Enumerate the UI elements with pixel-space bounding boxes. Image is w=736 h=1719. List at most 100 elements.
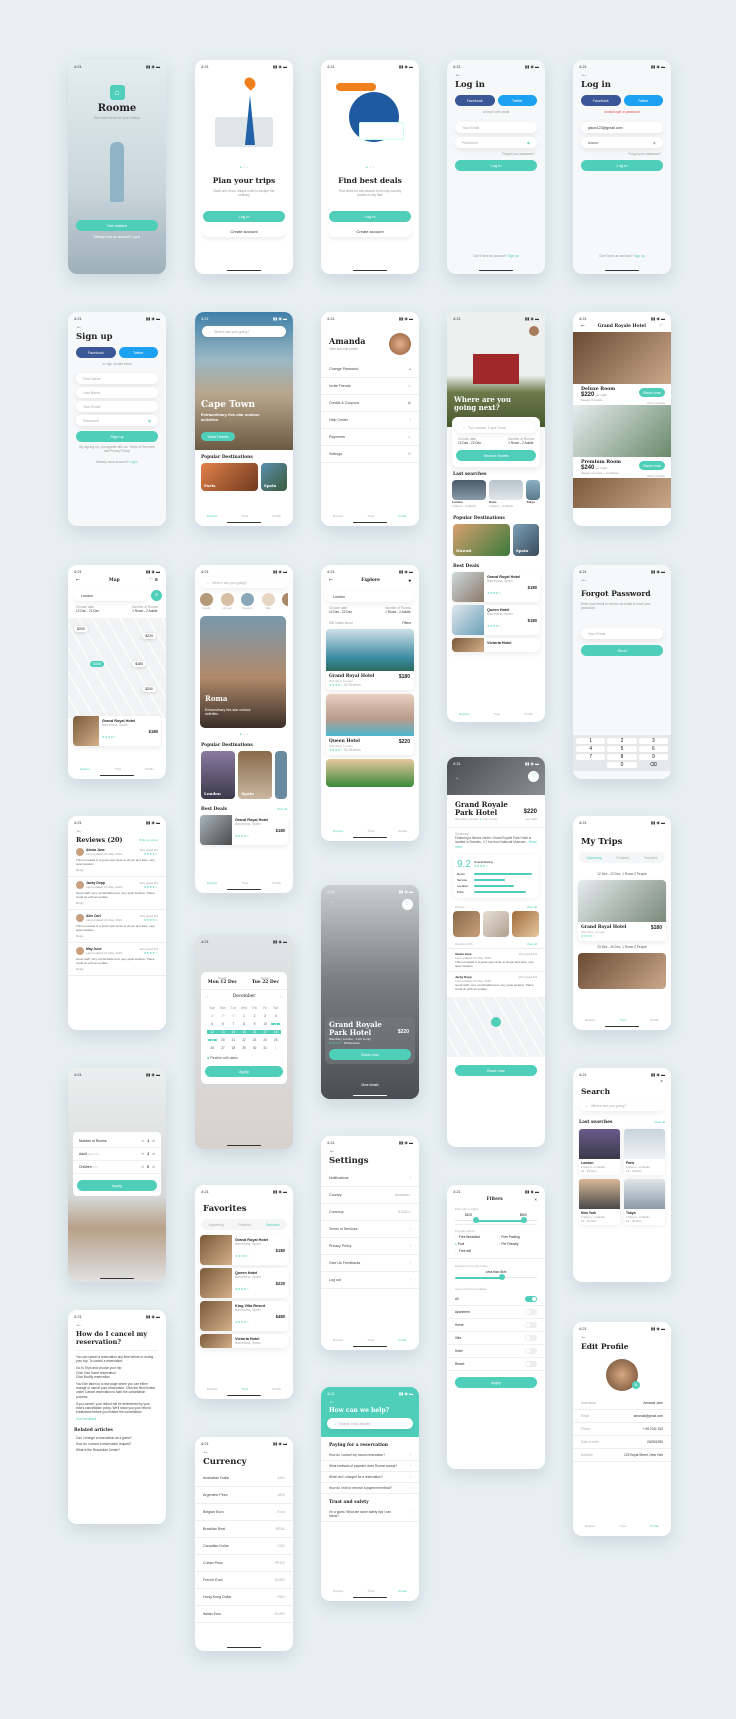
tab-finished[interactable]: Finished	[616, 856, 629, 860]
toggle-switch[interactable]	[525, 1322, 537, 1328]
currency-item[interactable]: Brazilian Real REAL	[195, 1521, 293, 1538]
settings-item[interactable]: Privacy Policy ›	[321, 1238, 419, 1255]
help-question[interactable]: When am I charged for a reservation? ›	[321, 1472, 419, 1483]
calendar-day[interactable]: 1	[239, 1014, 250, 1018]
email-field[interactable]: Your Email	[455, 122, 537, 133]
back-arrow-icon[interactable]: ←	[573, 69, 671, 80]
apply-button[interactable]: Apply	[455, 1377, 537, 1388]
distance-slider[interactable]	[455, 1274, 537, 1282]
view-hotels-button[interactable]: View Hotels	[201, 432, 235, 441]
last-search-card[interactable]: London 1 Room - 2 Adults	[452, 480, 487, 508]
last-search-card[interactable]: New York 1 Room - 2 Adults 12 - 22 Dec	[579, 1179, 620, 1225]
back-arrow-icon[interactable]: ←	[573, 1331, 671, 1342]
calendar-day[interactable]: 23	[249, 1038, 260, 1042]
calendar-day[interactable]: 10	[260, 1022, 271, 1026]
filter-checkbox[interactable]: ▢ Free Breakfast	[455, 1235, 495, 1239]
calendar-day[interactable]: 24	[260, 1038, 271, 1042]
search-input[interactable]: London	[74, 590, 147, 601]
slider-handle-min[interactable]	[473, 1217, 479, 1223]
minus-button[interactable]: ⊖	[141, 1139, 144, 1143]
flexible-checkbox[interactable]: ■ Flexible with dates	[201, 1053, 287, 1063]
map-view[interactable]: $200 $220 $180 $180 $200	[68, 618, 166, 718]
calendar-day[interactable]: 16	[249, 1030, 260, 1034]
photo-thumb[interactable]	[482, 910, 510, 937]
close-icon[interactable]: ×	[573, 1077, 671, 1087]
heart-icon[interactable]: ♡	[659, 324, 663, 329]
reply-link[interactable]: Reply	[76, 934, 158, 938]
login-submit-button[interactable]: Log in	[581, 160, 663, 171]
calendar-day[interactable]: 5	[207, 1022, 218, 1026]
hotel-card[interactable]: Grand Royal Hotel Wembley, London ★★★★☆ 80…	[326, 629, 414, 690]
filter-checkbox[interactable]: ▢ Free wifi	[455, 1249, 495, 1253]
avatar[interactable]	[529, 326, 539, 336]
currency-item[interactable]: Australian Dollar AUD	[195, 1470, 293, 1487]
calendar-day[interactable]: 30	[249, 1046, 260, 1050]
login-submit-button[interactable]: Log in	[455, 160, 537, 171]
calendar-day[interactable]: 20	[218, 1038, 229, 1042]
reply-link[interactable]: Reply	[76, 967, 158, 971]
settings-item[interactable]: Terms of Services ›	[321, 1221, 419, 1238]
back-arrow-icon[interactable]: ←	[581, 324, 585, 329]
email-field[interactable]: Your Email	[581, 628, 663, 639]
category-hotels[interactable]: Hotels	[200, 593, 213, 610]
more-details-link[interactable]: More details	[321, 1083, 419, 1087]
settings-item[interactable]: Give Us Feedbacks ›	[321, 1255, 419, 1272]
price-pin[interactable]: $180	[132, 661, 146, 667]
create-account-button[interactable]: Create account	[203, 226, 285, 237]
back-arrow-icon[interactable]: ←	[447, 69, 545, 80]
slider-handle-max[interactable]	[521, 1217, 527, 1223]
nav-profile[interactable]: Profile	[272, 514, 281, 518]
key[interactable]: 0	[607, 762, 637, 768]
last-search-card[interactable]: London 1 Room - 2 Adults 12 - 22 Dec	[579, 1129, 620, 1175]
key[interactable]: 5	[607, 746, 637, 752]
deal-card[interactable]: Victoria Hotel	[452, 638, 540, 652]
back-arrow-icon[interactable]: ←	[76, 578, 80, 583]
hotel-card[interactable]: Grand Royal Hotel Barcelona, Spain $180 ★★★…	[73, 716, 161, 746]
tab-favorites[interactable]: Favorites	[644, 856, 658, 860]
destination-card[interactable]: Hawaii	[453, 524, 510, 556]
signup-link[interactable]: Sign up	[508, 254, 519, 258]
apply-button[interactable]: Apply	[205, 1066, 283, 1077]
nav-trips[interactable]: Trips	[242, 514, 249, 518]
location-map[interactable]	[447, 996, 545, 1057]
login-link[interactable]: Log in	[129, 460, 138, 464]
filters-button[interactable]: Filters	[402, 621, 411, 625]
settings-item[interactable]: Notifications ›	[321, 1170, 419, 1187]
currency-item[interactable]: French Euro EURO	[195, 1572, 293, 1589]
toggle-switch[interactable]	[525, 1296, 537, 1302]
back-arrow-icon[interactable]: ←	[455, 775, 460, 781]
book-now-button[interactable]: Book now	[639, 461, 665, 470]
eye-icon[interactable]: ◉	[148, 419, 151, 423]
filter-checkbox[interactable]: ▢ Free Parking	[498, 1235, 538, 1239]
price-range-slider[interactable]	[455, 1217, 537, 1225]
nav-explore[interactable]: Explore	[207, 514, 217, 518]
search-input[interactable]: London	[326, 591, 414, 602]
related-article-link[interactable]: What is the Resolution Center?	[76, 1447, 158, 1453]
destination-card[interactable]: London	[201, 751, 236, 799]
map-pin-icon[interactable]: ⌖	[409, 578, 411, 584]
trip-card[interactable]: Grand Royal Hotel Wembley, London ★★★★☆ $18…	[578, 880, 666, 941]
search-input[interactable]: ⌕ Search help articles	[327, 1418, 413, 1429]
menu-invite-friends[interactable]: Invite Friends ☺	[321, 378, 419, 395]
calendar-day[interactable]: 17	[259, 1030, 271, 1034]
favorite-button[interactable]: ♡	[528, 771, 539, 782]
search-hotels-button[interactable]: Search Hotels	[456, 450, 536, 461]
search-input[interactable]: ⌕ Where are you going?	[579, 1100, 665, 1111]
price-pin[interactable]: $200	[142, 686, 156, 692]
back-arrow-icon[interactable]: ←	[68, 1319, 166, 1330]
calendar-day[interactable]: 22	[239, 1038, 250, 1042]
favorite-hotel-card[interactable]: King Villa Resort Barcelona, Spain $480 ★★★…	[200, 1301, 288, 1331]
featured-city-card[interactable]: Roma Extraordinary five-star outdoor act…	[200, 616, 286, 728]
reply-link[interactable]: Reply	[76, 868, 158, 872]
twitter-button[interactable]: Twitter	[118, 347, 158, 358]
calendar-day[interactable]: 19	[207, 1038, 218, 1042]
calendar-day[interactable]: 14	[228, 1030, 239, 1034]
calendar-day[interactable]: 7	[228, 1022, 239, 1026]
profile-field[interactable]: Phone + 65 2311 333	[573, 1423, 671, 1436]
facebook-button[interactable]: Facebook	[581, 95, 621, 106]
send-button[interactable]: Send	[581, 645, 663, 656]
calendar-day[interactable]: 6	[218, 1022, 229, 1026]
backspace-icon[interactable]: ⌫	[639, 762, 668, 768]
calendar-day[interactable]: 31	[260, 1046, 271, 1050]
back-arrow-icon[interactable]: ←	[68, 321, 166, 332]
